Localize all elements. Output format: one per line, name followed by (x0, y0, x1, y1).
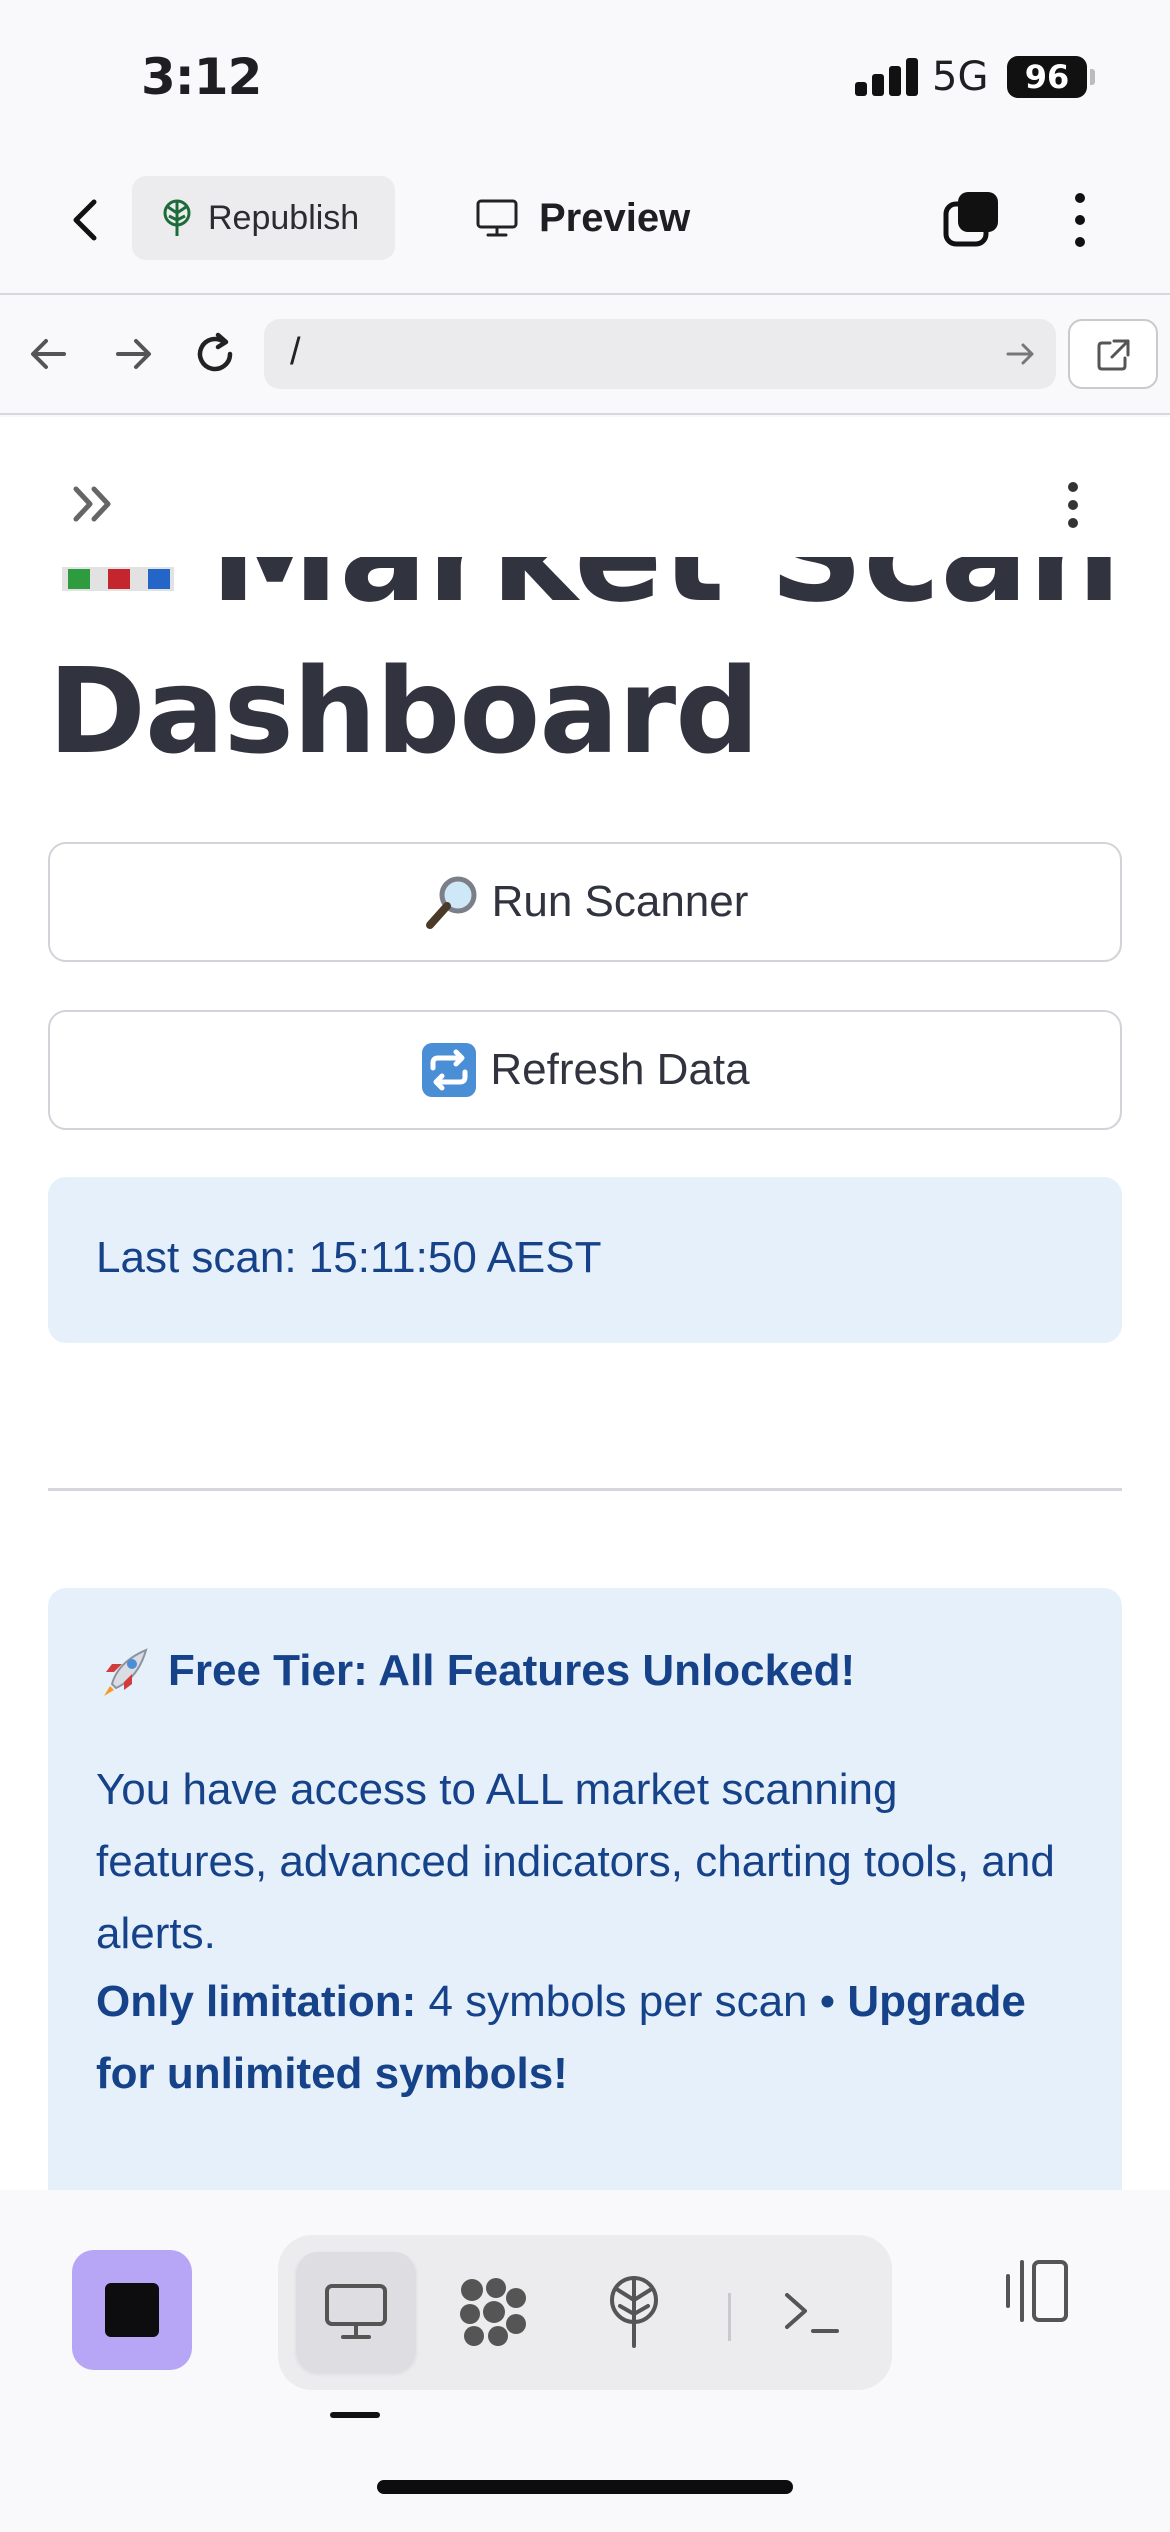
republish-icon (163, 199, 191, 236)
nodes-icon (460, 2278, 526, 2346)
refresh-data-button[interactable]: Refresh Data (48, 1010, 1122, 1130)
tool-switcher (278, 2235, 892, 2390)
magnifying-glass-icon (425, 876, 477, 929)
tabs-button[interactable] (940, 188, 1004, 252)
divider (48, 1488, 1122, 1491)
back-button[interactable] (60, 190, 110, 250)
app-content: Market Scanner Dashboard Run Scanner Ref… (0, 417, 1170, 2190)
active-tool-indicator (330, 2412, 380, 2418)
promo-body-text: You have access to ALL market scanning f… (96, 1765, 1055, 1958)
status-bar: 3:12 5G 96 (0, 0, 1170, 150)
go-arrow-icon[interactable] (1002, 336, 1038, 372)
more-vertical-icon (1075, 193, 1085, 247)
last-scan-text: Last scan: 15:11:50 AEST (96, 1233, 602, 1282)
top-toolbar: Republish Preview (0, 150, 1170, 295)
promo-heading-text: Free Tier: All Features Unlocked! (168, 1646, 856, 1695)
republish-button[interactable]: Republish (132, 176, 395, 260)
chevron-left-icon (73, 199, 97, 241)
tool-deploy-button[interactable] (574, 2252, 694, 2372)
page-title-line2: Dashboard (48, 642, 760, 780)
battery-tip (1090, 69, 1095, 85)
url-text: / (290, 331, 301, 373)
limit-text: 4 symbols per scan • (416, 1977, 848, 2026)
url-bar: / (0, 297, 1170, 415)
more-options-button[interactable] (1060, 188, 1100, 252)
stop-button[interactable] (72, 2250, 192, 2370)
promo-limit-text: Only limitation: 4 symbols per scan • Up… (96, 1966, 1076, 2110)
sidebar-toggle-button[interactable] (68, 479, 124, 529)
home-indicator (377, 2480, 793, 2494)
nav-back-button[interactable] (22, 327, 76, 381)
chart-emoji-icon (62, 567, 174, 591)
tool-preview-button[interactable] (296, 2252, 416, 2372)
cellular-signal-icon (855, 58, 919, 96)
preview-button[interactable]: Preview (475, 176, 690, 260)
rocket-icon (104, 1648, 148, 1696)
tool-separator (728, 2293, 731, 2341)
reload-button[interactable] (188, 327, 242, 381)
terminal-icon (785, 2293, 839, 2333)
deploy-icon (610, 2276, 658, 2348)
more-vertical-icon (1068, 482, 1078, 528)
status-time: 3:12 (141, 48, 262, 106)
run-scanner-button[interactable]: Run Scanner (48, 842, 1122, 962)
title-clip: Market Scanner (50, 557, 1130, 637)
preview-label: Preview (539, 195, 691, 240)
nav-forward-button[interactable] (106, 327, 160, 381)
monitor-icon (325, 2284, 387, 2339)
reload-icon (197, 332, 233, 372)
battery-icon: 96 (1007, 56, 1087, 98)
last-scan-info-box: Last scan: 15:11:50 AEST (48, 1177, 1122, 1343)
tabs-icon (943, 192, 998, 247)
toggle-panel-button[interactable] (998, 2250, 1078, 2330)
side-panel-icon (1006, 2260, 1068, 2322)
network-type: 5G (932, 54, 989, 100)
open-external-button[interactable] (1068, 319, 1158, 389)
stop-icon (105, 2283, 159, 2337)
tool-terminal-button[interactable] (752, 2252, 872, 2372)
chevrons-right-icon (73, 486, 111, 522)
refresh-data-label: Refresh Data (490, 1045, 750, 1094)
republish-label: Republish (208, 198, 360, 237)
free-tier-info-box: Free Tier: All Features Unlocked! You ha… (48, 1588, 1122, 2190)
repeat-icon (422, 1043, 477, 1097)
arrow-right-icon (116, 339, 151, 369)
app-menu-button[interactable] (1058, 479, 1088, 531)
url-input[interactable]: / (264, 319, 1056, 389)
limit-prefix: Only limitation: (96, 1977, 417, 2026)
monitor-icon (476, 199, 518, 237)
arrow-left-icon (31, 339, 66, 369)
run-scanner-label: Run Scanner (491, 877, 749, 926)
promo-heading: Free Tier: All Features Unlocked! (96, 1642, 855, 1700)
external-link-icon (1097, 339, 1130, 371)
page-title-line1: Market Scanner (210, 557, 1130, 631)
tool-nodes-button[interactable] (432, 2252, 552, 2372)
